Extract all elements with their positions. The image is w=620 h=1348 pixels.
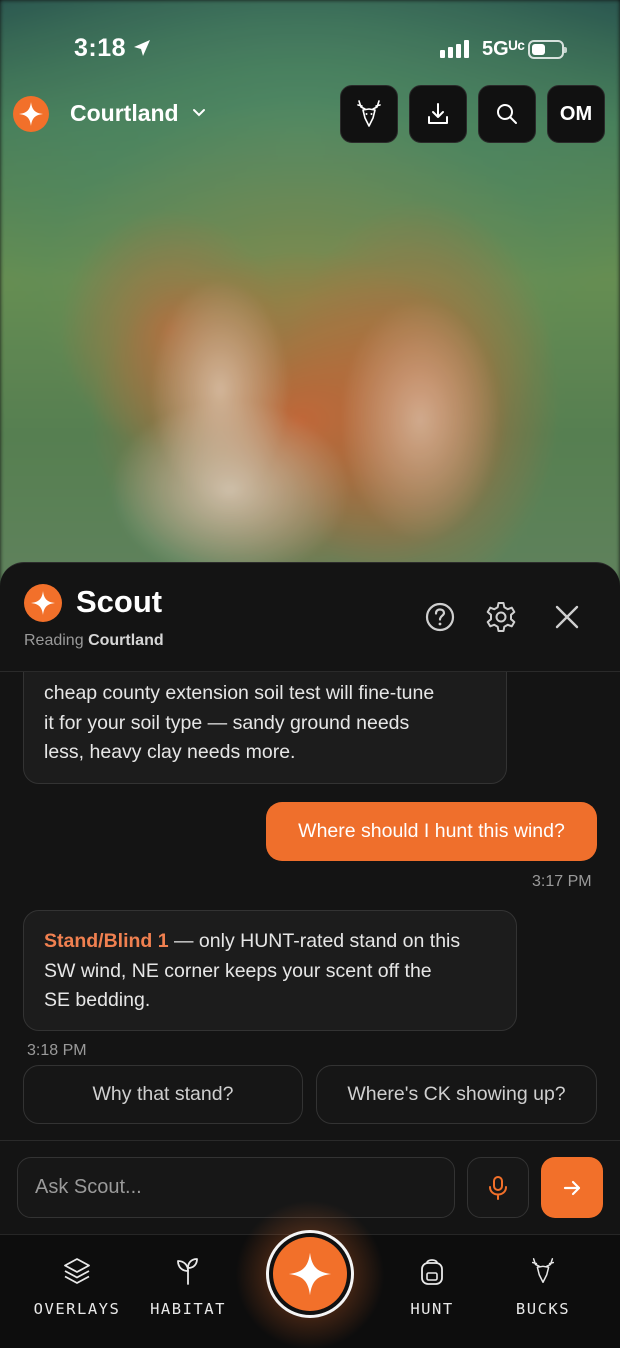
suggestion-chip[interactable]: Why that stand? <box>23 1065 303 1124</box>
nav-label: HABITAT <box>150 1300 226 1318</box>
stand-link[interactable]: Stand/Blind 1 <box>44 930 169 952</box>
nav-hunt[interactable]: HUNT <box>372 1256 492 1318</box>
reading-prefix: Reading <box>24 632 84 649</box>
help-button[interactable] <box>421 598 459 636</box>
search-icon <box>497 104 517 124</box>
app-logo[interactable] <box>13 96 49 132</box>
settings-button[interactable] <box>482 598 520 636</box>
nav-label: HUNT <box>410 1300 454 1318</box>
scout-nav-inner <box>273 1237 347 1311</box>
assistant-message: cheap county extension soil test will fi… <box>23 672 507 784</box>
message-line: cheap county extension soil test will fi… <box>44 682 435 704</box>
nav-habitat[interactable]: HABITAT <box>128 1256 248 1318</box>
suggestion-chip[interactable]: Where's CK showing up? <box>316 1065 597 1124</box>
sparkle-icon <box>31 591 55 615</box>
arrow-right-icon <box>563 1180 581 1195</box>
search-button[interactable] <box>478 85 536 143</box>
gear-icon <box>486 602 516 632</box>
profile-button[interactable]: OM <box>547 85 605 143</box>
message-text: — only HUNT-rated stand on this <box>168 930 461 952</box>
property-name[interactable]: Courtland <box>70 100 179 127</box>
sprout-icon <box>177 1258 198 1285</box>
deer-button[interactable] <box>340 85 398 143</box>
message-line: SW wind, NE corner keeps your scent off … <box>44 959 432 982</box>
message-line: it for your soil type — sandy ground nee… <box>44 711 410 734</box>
message-timestamp: 3:18 PM <box>27 1042 87 1059</box>
user-message: Where should I hunt this wind? <box>266 802 597 861</box>
download-button[interactable] <box>409 85 467 143</box>
mic-icon <box>489 1175 507 1200</box>
battery-icon <box>528 40 567 59</box>
scout-logo <box>24 584 62 622</box>
status-time: 3:18 <box>74 34 127 62</box>
deer-icon <box>357 100 381 127</box>
backpack-icon <box>421 1259 443 1285</box>
network-label: 5Gᵁᶜ <box>482 38 525 60</box>
nav-overlays[interactable]: OVERLAYS <box>17 1256 137 1318</box>
send-button[interactable] <box>541 1157 603 1218</box>
message-timestamp: 3:17 PM <box>532 873 592 890</box>
message-line: less, heavy clay needs more. <box>44 741 296 763</box>
close-icon <box>555 605 579 629</box>
layers-icon <box>64 1258 90 1284</box>
nav-bucks[interactable]: BUCKS <box>483 1256 603 1318</box>
chevron-down-icon[interactable] <box>192 106 206 120</box>
message-line: SE bedding. <box>44 989 151 1011</box>
sparkle-icon <box>19 102 43 126</box>
close-button[interactable] <box>548 598 586 636</box>
nav-label: OVERLAYS <box>33 1300 121 1318</box>
mic-button[interactable] <box>467 1157 529 1218</box>
signal-icon <box>440 40 469 58</box>
assistant-message: Stand/Blind 1 — only HUNT-rated stand on… <box>23 910 517 1031</box>
download-icon <box>428 103 448 124</box>
location-arrow-icon <box>134 40 150 56</box>
input-divider <box>0 1140 620 1141</box>
sparkle-icon <box>288 1252 332 1296</box>
nav-label: BUCKS <box>515 1300 571 1318</box>
scout-title: Scout <box>76 584 163 619</box>
reading-property: Courtland <box>88 632 164 649</box>
scout-nav-button[interactable] <box>266 1230 354 1318</box>
reading-status: Reading Courtland <box>24 632 164 650</box>
help-icon <box>425 602 455 632</box>
deer-icon <box>531 1258 555 1283</box>
ask-scout-input[interactable] <box>17 1157 455 1218</box>
